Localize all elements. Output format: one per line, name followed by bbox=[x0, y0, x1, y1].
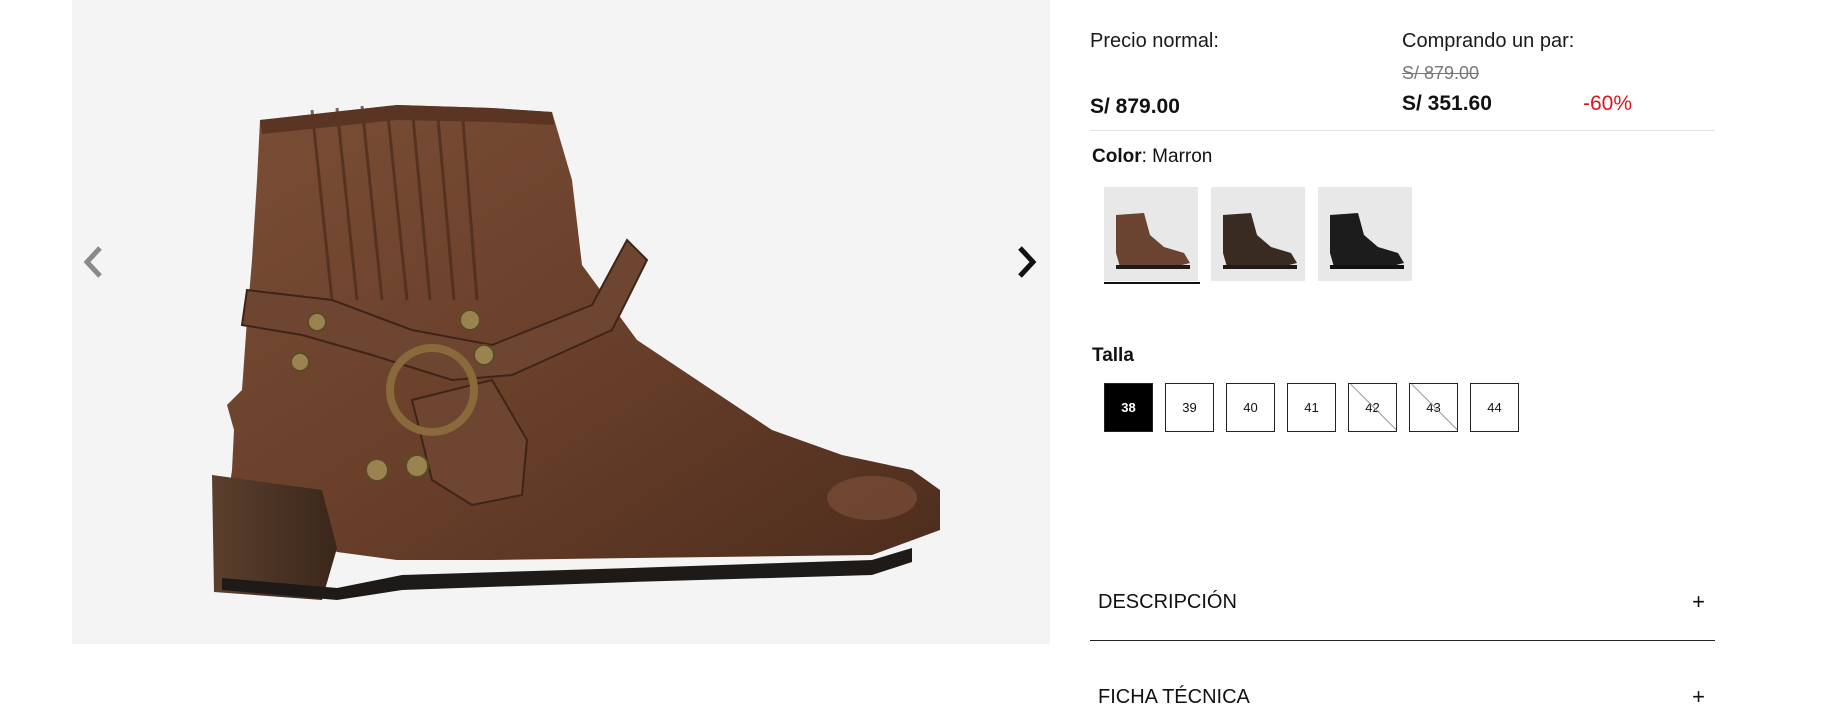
color-swatch-marron[interactable] bbox=[1104, 187, 1200, 284]
size-option-41[interactable]: 41 bbox=[1287, 383, 1336, 432]
chevron-right-icon bbox=[1018, 246, 1037, 278]
tech-sheet-title: FICHA TÉCNICA bbox=[1098, 685, 1250, 708]
product-info: Precio normal: Comprando un par: S/ 879.… bbox=[1090, 0, 1715, 722]
size-label: Talla bbox=[1092, 345, 1134, 366]
size-option-43[interactable]: 43 bbox=[1409, 383, 1458, 432]
size-option-40[interactable]: 40 bbox=[1226, 383, 1275, 432]
color-swatches bbox=[1104, 187, 1412, 284]
pair-price-label: Comprando un par: bbox=[1402, 30, 1575, 52]
chevron-left-icon bbox=[83, 246, 102, 278]
size-option-44[interactable]: 44 bbox=[1470, 383, 1519, 432]
size-option-38[interactable]: 38 bbox=[1104, 383, 1153, 432]
swatch-boot-thumbnail bbox=[1104, 187, 1198, 281]
divider bbox=[1090, 640, 1715, 641]
swatch-boot-thumbnail bbox=[1211, 187, 1305, 281]
description-title: DESCRIPCIÓN bbox=[1098, 590, 1237, 613]
color-selector-label: Color: Marron bbox=[1092, 146, 1213, 167]
color-swatch-cafe[interactable] bbox=[1211, 187, 1305, 281]
size-option-39[interactable]: 39 bbox=[1165, 383, 1214, 432]
normal-price: S/ 879.00 bbox=[1090, 95, 1180, 118]
product-gallery bbox=[72, 0, 1050, 644]
divider bbox=[1090, 130, 1715, 131]
color-swatch-negro[interactable] bbox=[1318, 187, 1412, 281]
plus-icon: + bbox=[1692, 684, 1705, 709]
description-accordion[interactable]: DESCRIPCIÓN + bbox=[1090, 584, 1715, 620]
gallery-prev-button[interactable] bbox=[74, 240, 114, 284]
size-option-42[interactable]: 42 bbox=[1348, 383, 1397, 432]
color-value: Marron bbox=[1152, 146, 1213, 167]
tech-sheet-accordion[interactable]: FICHA TÉCNICA + bbox=[1090, 679, 1715, 715]
color-label: Color bbox=[1092, 146, 1142, 167]
discount-badge: -60% bbox=[1583, 92, 1633, 115]
old-price: S/ 879.00 bbox=[1402, 63, 1480, 83]
product-image bbox=[212, 105, 940, 600]
gallery-next-button[interactable] bbox=[1006, 240, 1046, 284]
plus-icon: + bbox=[1692, 589, 1705, 614]
normal-price-label: Precio normal: bbox=[1090, 30, 1219, 52]
pair-price: S/ 351.60 bbox=[1402, 92, 1492, 115]
size-options: 38 39 40 41 42 43 44 bbox=[1104, 383, 1519, 432]
swatch-boot-thumbnail bbox=[1318, 187, 1412, 281]
